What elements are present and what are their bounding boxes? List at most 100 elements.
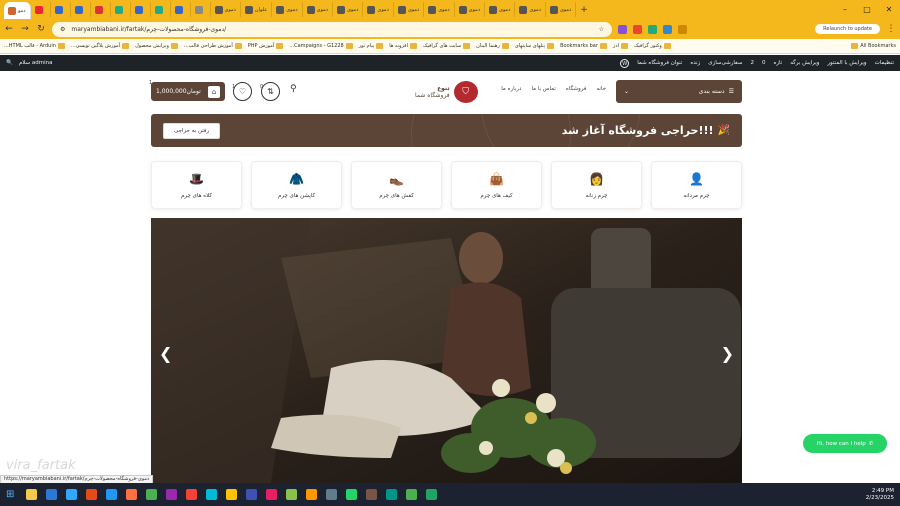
compare-button[interactable]: 0 ⇅ bbox=[260, 82, 280, 101]
taskbar-app-icon[interactable] bbox=[86, 489, 98, 500]
menu-icon[interactable]: ⋮ bbox=[886, 24, 896, 34]
browser-tab[interactable]: دموی bbox=[211, 2, 241, 17]
wordpress-icon[interactable]: W bbox=[620, 58, 630, 68]
nav-item[interactable]: تماس با ما bbox=[531, 86, 555, 92]
browser-tab[interactable]: دموی bbox=[515, 2, 546, 17]
bookmark-item[interactable]: افزونه ها bbox=[389, 43, 417, 49]
taskbar-app-icon[interactable] bbox=[246, 489, 258, 500]
taskbar-app-icon[interactable] bbox=[166, 489, 178, 500]
taskbar-app-icon[interactable] bbox=[146, 489, 158, 500]
bookmark-item[interactable]: وکتور گرافیک bbox=[634, 43, 671, 49]
bookmark-item[interactable]: ادز bbox=[613, 43, 628, 49]
new-tab-button[interactable]: + bbox=[580, 5, 588, 15]
nav-item[interactable]: خانه bbox=[596, 86, 606, 92]
browser-tab[interactable] bbox=[91, 2, 111, 17]
taskbar-app-icon[interactable] bbox=[346, 489, 358, 500]
wp-admin-item[interactable]: 0 bbox=[762, 60, 766, 66]
category-card[interactable]: 🎩 کلاه های چرم bbox=[151, 161, 242, 209]
taskbar-app-icon[interactable] bbox=[366, 489, 378, 500]
bookmark-item[interactable]: پیام نور bbox=[359, 43, 384, 49]
taskbar-app-icon[interactable] bbox=[126, 489, 138, 500]
all-bookmarks[interactable]: All Bookmarks bbox=[851, 43, 896, 49]
start-icon[interactable]: ⊞ bbox=[6, 489, 14, 500]
taskbar-app-icon[interactable] bbox=[406, 489, 418, 500]
bookmark-item[interactable]: رهنما البنان bbox=[476, 43, 509, 49]
bookmark-item[interactable]: آموزش پلاگین نویسی... bbox=[71, 43, 130, 49]
wp-admin-item[interactable]: 2 bbox=[750, 60, 754, 66]
admin-greeting[interactable]: سلام admina bbox=[19, 60, 53, 66]
wp-admin-item[interactable]: تازه bbox=[773, 60, 782, 66]
bookmark-item[interactable]: آموزش PHP bbox=[248, 43, 284, 49]
reload-icon[interactable]: ↻ bbox=[36, 24, 46, 34]
wp-admin-item[interactable]: ویرایش برگه bbox=[790, 60, 819, 66]
browser-tab[interactable] bbox=[71, 2, 91, 17]
taskbar-app-icon[interactable] bbox=[426, 489, 438, 500]
site-info-icon[interactable]: ⚙ bbox=[60, 26, 65, 33]
category-card[interactable]: 👤 چرم مردانه bbox=[651, 161, 742, 209]
taskbar-app-icon[interactable] bbox=[206, 489, 218, 500]
wp-admin-item[interactable]: ویرایش با المنتور bbox=[827, 60, 866, 66]
browser-tab[interactable]: دموی bbox=[272, 2, 303, 17]
extension-icon[interactable] bbox=[663, 24, 672, 34]
browser-tab[interactable] bbox=[31, 2, 51, 17]
wishlist-button[interactable]: 1 ♡ bbox=[232, 82, 252, 101]
cart-button[interactable]: 1,000,000تومان ⌂ bbox=[151, 82, 225, 101]
browser-tab[interactable] bbox=[151, 2, 171, 17]
back-icon[interactable]: ← bbox=[4, 24, 14, 34]
browser-tab[interactable]: دموی bbox=[333, 2, 364, 17]
taskbar-app-icon[interactable] bbox=[266, 489, 278, 500]
clock[interactable]: 2:49 PM 2/23/2025 bbox=[866, 488, 894, 502]
taskbar-app-icon[interactable] bbox=[306, 489, 318, 500]
taskbar-app-icon[interactable] bbox=[386, 489, 398, 500]
bookmark-item[interactable]: Arduin - قالب HTML... bbox=[4, 43, 65, 49]
forward-icon[interactable]: → bbox=[20, 24, 30, 34]
bookmark-item[interactable]: Campaigns - G1228... bbox=[289, 43, 353, 49]
search-icon[interactable]: 🔍 bbox=[6, 60, 13, 66]
browser-tab[interactable] bbox=[191, 2, 211, 17]
taskbar-app-icon[interactable] bbox=[226, 489, 238, 500]
taskbar-app-icon[interactable] bbox=[286, 489, 298, 500]
wp-admin-item[interactable]: تنظیمات bbox=[875, 60, 894, 66]
taskbar-app-icon[interactable] bbox=[106, 489, 118, 500]
browser-tab[interactable]: دموی bbox=[485, 2, 516, 17]
bookmark-star-icon[interactable]: ☆ bbox=[599, 26, 604, 33]
extension-icon[interactable] bbox=[618, 24, 627, 34]
browser-tab[interactable]: دموی bbox=[546, 2, 577, 17]
taskbar-app-icon[interactable] bbox=[326, 489, 338, 500]
extension-icon[interactable] bbox=[648, 24, 657, 34]
nav-item[interactable]: فروشگاه bbox=[566, 86, 587, 92]
taskbar-app-icon[interactable] bbox=[186, 489, 198, 500]
minimize-icon[interactable]: – bbox=[834, 0, 856, 19]
taskbar-app-icon[interactable] bbox=[26, 489, 38, 500]
bookmark-item[interactable]: پنلهای سایتهای bbox=[515, 43, 555, 49]
extension-icon[interactable] bbox=[678, 24, 687, 34]
site-logo[interactable]: تنوع فروشگاه شما ⛉ bbox=[415, 81, 478, 103]
bookmark-item[interactable]: آموزش طراحی قالب... bbox=[184, 43, 242, 49]
browser-tab[interactable]: دمو bbox=[4, 2, 31, 19]
taskbar-app-icon[interactable] bbox=[66, 489, 78, 500]
category-card[interactable]: 👩 چرم زنانه bbox=[551, 161, 642, 209]
browser-tab[interactable] bbox=[171, 2, 191, 17]
browser-tab[interactable]: دموی bbox=[363, 2, 394, 17]
category-card[interactable]: 👞 کفش های چرم bbox=[351, 161, 442, 209]
category-card[interactable]: 👜 کیف های چرم bbox=[451, 161, 542, 209]
extension-icon[interactable] bbox=[633, 24, 642, 34]
slider-prev-icon[interactable]: ❮ bbox=[159, 344, 172, 363]
slider-next-icon[interactable]: ❯ bbox=[721, 344, 734, 363]
search-icon[interactable]: ⚲ bbox=[290, 84, 297, 94]
categories-button[interactable]: ⌄ دسته بندی ☰ bbox=[616, 80, 742, 103]
browser-tab[interactable] bbox=[111, 2, 131, 17]
nav-item[interactable]: درباره ما bbox=[501, 86, 521, 92]
browser-tab[interactable]: دموی bbox=[424, 2, 455, 17]
bookmark-item[interactable]: سایت های گرافیک bbox=[423, 43, 471, 49]
taskbar-app-icon[interactable] bbox=[46, 489, 58, 500]
browser-tab[interactable]: علوان bbox=[241, 2, 273, 17]
browser-tab[interactable]: دموی bbox=[455, 2, 486, 17]
address-bar[interactable]: ⚙ maryambiabani.ir/fartak/دموی-فروشگاه-م… bbox=[52, 21, 612, 37]
browser-tab[interactable]: دموی bbox=[394, 2, 425, 17]
bookmark-item[interactable]: Bookmarks bar bbox=[560, 43, 607, 49]
whatsapp-chat-button[interactable]: Hi, how can I help ✆ bbox=[803, 434, 887, 453]
category-card[interactable]: 🧥 کاپشن های چرم bbox=[251, 161, 342, 209]
maximize-icon[interactable]: □ bbox=[856, 0, 878, 19]
browser-tab[interactable]: دموی bbox=[303, 2, 334, 17]
